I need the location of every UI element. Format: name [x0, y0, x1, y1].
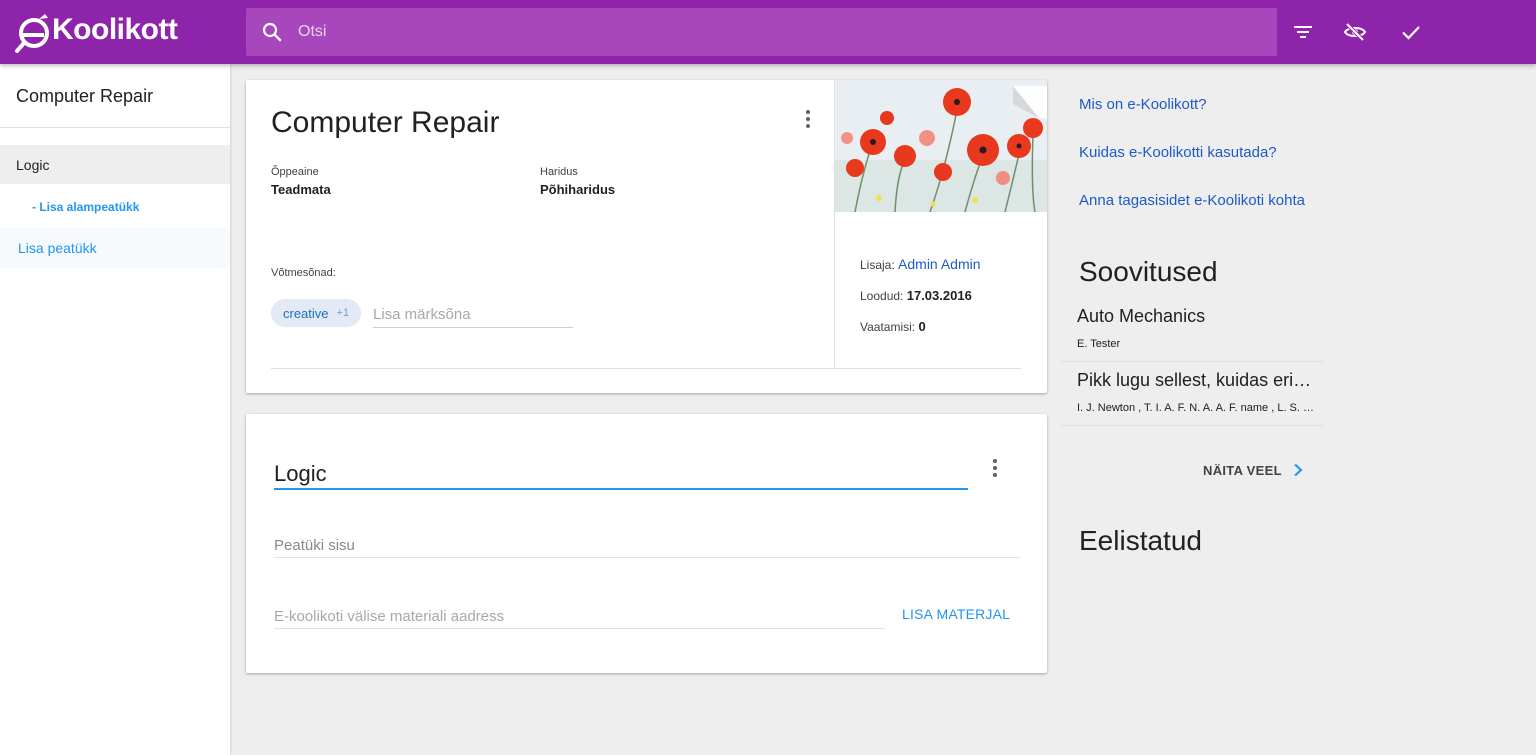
- education-value: Põhiharidus: [540, 182, 616, 197]
- subject-label: Õppeaine: [271, 166, 319, 178]
- recommendation-title: Pikk lugu sellest, kuidas erinevad asjad…: [1077, 370, 1317, 390]
- link-feedback[interactable]: Anna tagasisidet e-Koolikoti kohta: [1079, 192, 1305, 209]
- search-bar: [246, 8, 1277, 56]
- views-label: Vaatamisi:: [860, 320, 916, 334]
- recommendation-author: E. Tester: [1077, 338, 1121, 350]
- subject-value: Teadmata: [271, 182, 331, 197]
- keyword-input[interactable]: [373, 302, 573, 328]
- more-vert-icon: [993, 459, 997, 463]
- page-title: Computer Repair: [271, 106, 500, 139]
- recommendation-author: I. J. Newton , T. I. A. F. N. A. A. F. n…: [1077, 402, 1317, 414]
- top-bar: Koolikott: [0, 0, 1536, 64]
- material-url-input[interactable]: [274, 605, 885, 629]
- hide-button[interactable]: [1337, 14, 1373, 50]
- hidden-eye-icon: [1343, 22, 1367, 42]
- created-row: Loodud: 17.03.2016: [860, 288, 972, 303]
- logo-text: Koolikott: [52, 13, 178, 46]
- logo-mark-icon: [14, 13, 54, 53]
- recommendation-title: Auto Mechanics: [1077, 306, 1206, 326]
- recommendation-item[interactable]: Pikk lugu sellest, kuidas erinevad asjad…: [1061, 362, 1324, 426]
- created-value: 17.03.2016: [906, 288, 972, 303]
- save-check-button[interactable]: [1393, 14, 1429, 50]
- keyword-chip-extra: +1: [336, 307, 350, 319]
- link-how-to-use[interactable]: Kuidas e-Koolikotti kasutada?: [1079, 144, 1277, 161]
- views-row: Vaatamisi: 0: [860, 319, 926, 334]
- chevron-right-icon: [1294, 463, 1303, 477]
- recommendation-item[interactable]: Auto Mechanics E. Tester: [1061, 298, 1324, 362]
- sidebar: Computer Repair Logic - Lisa alampeatükk…: [0, 64, 230, 755]
- chapter-title-input[interactable]: [274, 460, 968, 490]
- sidebar-title[interactable]: Computer Repair: [0, 64, 230, 128]
- sidebar-add-subchapter[interactable]: - Lisa alampeatükk: [0, 184, 230, 228]
- card-divider: [271, 368, 1021, 369]
- added-by-link[interactable]: Admin Admin: [898, 256, 980, 272]
- created-label: Loodud:: [860, 289, 904, 303]
- keyword-chip[interactable]: creative +1: [271, 299, 362, 327]
- filter-button[interactable]: [1285, 14, 1321, 50]
- course-card: Computer Repair Õppeaine Teadmata Haridu…: [246, 80, 1047, 393]
- keywords-label: Võtmesõnad:: [271, 267, 336, 279]
- recommendations-heading: Soovitused: [1079, 256, 1218, 287]
- added-by-row: Lisaja: Admin Admin: [860, 256, 981, 272]
- filter-icon: [1294, 26, 1312, 38]
- chapter-card: LISA MATERJAL: [246, 414, 1047, 673]
- search-input[interactable]: [298, 23, 1198, 41]
- add-material-button[interactable]: LISA MATERJAL: [894, 600, 1018, 628]
- keyword-chip-label: creative: [283, 305, 329, 321]
- sidebar-add-chapter[interactable]: Lisa peatükk: [0, 228, 230, 268]
- course-more-button[interactable]: [796, 107, 820, 131]
- logo[interactable]: Koolikott: [14, 12, 184, 54]
- more-vert-icon: [806, 110, 810, 114]
- education-label: Haridus: [540, 166, 578, 178]
- course-cover-image: [835, 80, 1047, 212]
- chapter-more-button[interactable]: [983, 456, 1007, 480]
- link-what-is[interactable]: Mis on e-Koolikott?: [1079, 96, 1207, 113]
- added-by-label: Lisaja:: [860, 258, 895, 272]
- preferred-heading: Eelistatud: [1079, 525, 1202, 556]
- chapter-content-input[interactable]: [274, 534, 1020, 558]
- search-icon[interactable]: [260, 20, 284, 44]
- views-value: 0: [918, 319, 926, 334]
- show-more-button[interactable]: NÄITA VEEL: [1197, 456, 1310, 484]
- sidebar-item-logic[interactable]: Logic: [0, 145, 230, 184]
- check-icon: [1402, 26, 1420, 40]
- show-more-label: NÄITA VEEL: [1203, 462, 1282, 478]
